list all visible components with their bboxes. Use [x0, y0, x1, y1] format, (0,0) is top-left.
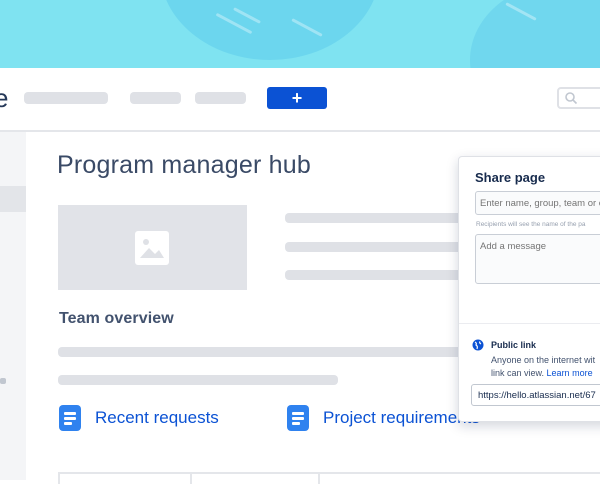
table-divider: [190, 474, 192, 484]
public-link-url-field[interactable]: https://hello.atlassian.net/67: [471, 384, 600, 406]
text-line-placeholder: [285, 242, 475, 252]
link-label: Project requirements: [323, 408, 480, 427]
product-logo[interactable]: e: [0, 83, 8, 114]
top-navigation: e +: [0, 68, 600, 132]
hero-decoration: [160, 0, 380, 60]
recipients-hint: Recipients will see the name of the pa: [476, 221, 586, 228]
image-placeholder-icon: [135, 231, 169, 265]
plus-icon: +: [291, 88, 303, 108]
recipients-input[interactable]: [475, 191, 600, 215]
link-label: Recent requests: [95, 408, 219, 427]
hero-decoration: [470, 0, 600, 68]
document-icon: [287, 405, 309, 431]
public-link-title: Public link: [491, 340, 537, 350]
sidebar-item-placeholder[interactable]: [0, 378, 6, 384]
globe-icon: [472, 339, 484, 351]
text-line-placeholder: [285, 270, 475, 280]
section-title: Team overview: [59, 310, 174, 327]
table: [58, 472, 600, 484]
page-title: Program manager hub: [57, 151, 311, 179]
nav-item-placeholder[interactable]: [130, 92, 181, 104]
public-link-desc-line1: Anyone on the internet wit: [491, 355, 596, 365]
public-link-description: Anyone on the internet wit link can view…: [491, 354, 600, 380]
text-line-placeholder: [58, 375, 338, 385]
recent-requests-link[interactable]: Recent requests: [59, 405, 219, 431]
sidebar-item-active[interactable]: [0, 186, 26, 212]
document-icon: [59, 405, 81, 431]
public-link-desc-line2: link can view.: [491, 368, 545, 378]
share-dialog: Share page Recipients will see the name …: [458, 156, 600, 422]
dialog-title: Share page: [475, 170, 546, 185]
nav-item-placeholder[interactable]: [24, 92, 108, 104]
create-button[interactable]: +: [267, 87, 327, 109]
nav-item-placeholder[interactable]: [195, 92, 246, 104]
hero-banner: [0, 0, 600, 68]
search-input[interactable]: [557, 87, 600, 109]
text-line-placeholder: [58, 347, 478, 357]
divider: [459, 323, 600, 324]
project-requirements-link[interactable]: Project requirements: [287, 405, 480, 431]
image-placeholder: [58, 205, 247, 290]
search-icon: [565, 92, 578, 105]
sidebar: [0, 132, 26, 480]
text-line-placeholder: [285, 213, 475, 223]
message-field[interactable]: [475, 234, 600, 284]
learn-more-link[interactable]: Learn more: [547, 368, 593, 378]
table-divider: [318, 474, 320, 484]
